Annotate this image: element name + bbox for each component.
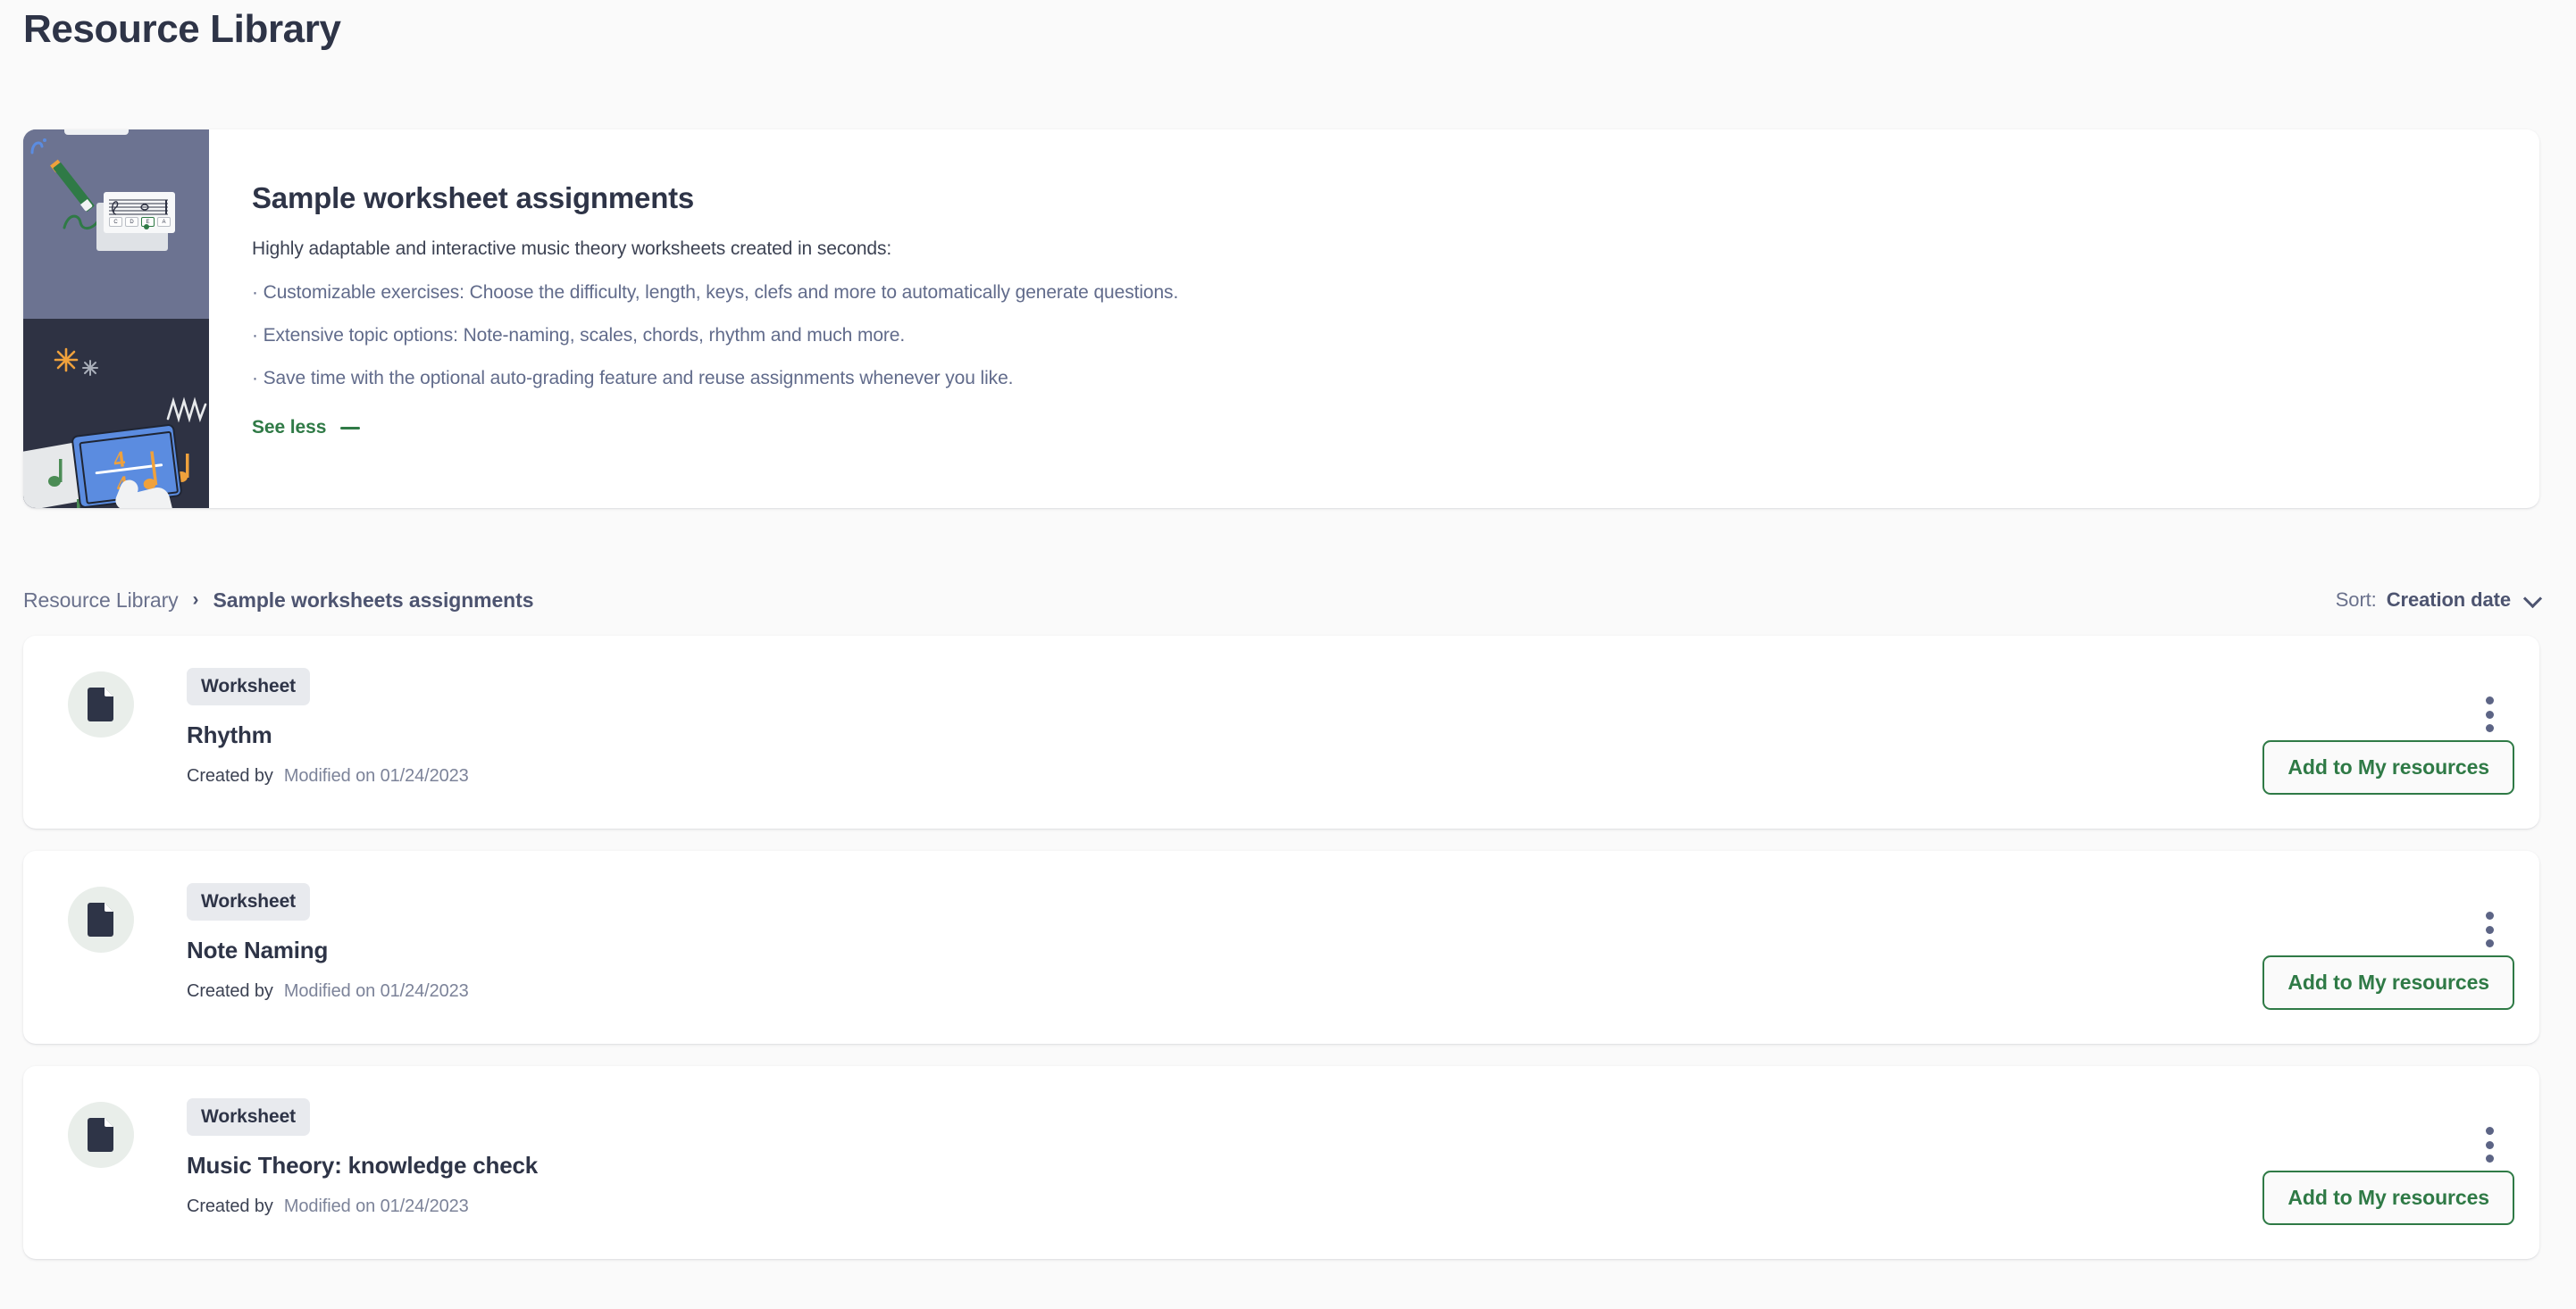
resource-meta: Created by Modified on 01/24/2023	[187, 1196, 538, 1217]
document-icon	[68, 1102, 134, 1168]
resource-row[interactable]: Worksheet Music Theory: knowledge check …	[23, 1066, 2539, 1259]
hero-bullet-item: · Save time with the optional auto-gradi…	[252, 368, 1014, 388]
resource-library-page: Resource Library C D E A 4 Sample worksh…	[0, 0, 2576, 1309]
add-to-my-resources-button[interactable]: Add to My resources	[2262, 1171, 2514, 1225]
note-letter-c: C	[109, 217, 122, 227]
modified-date: Modified on 01/24/2023	[283, 981, 469, 1001]
see-less-label: See less	[252, 417, 327, 438]
sort-label: Sort:	[2335, 588, 2377, 611]
modified-date: Modified on 01/24/2023	[283, 1196, 469, 1216]
hero-body: Sample worksheet assignments Highly adap…	[209, 129, 2539, 508]
zigzag-icon	[166, 396, 207, 427]
created-by-label: Created by	[187, 1196, 273, 1216]
hero-bullet-item: · Customizable exercises: Choose the dif…	[252, 282, 1179, 303]
hero-thumbnail-illustration: C D E A 4	[23, 129, 209, 508]
orange-sparkle-icon	[54, 347, 79, 377]
resource-content: Worksheet Music Theory: knowledge check …	[187, 1098, 538, 1217]
selected-note-dot	[144, 224, 149, 229]
modified-date: Modified on 01/24/2023	[283, 766, 469, 786]
resource-content: Worksheet Note Naming Created by Modifie…	[187, 883, 469, 1002]
add-to-my-resources-button[interactable]: Add to My resources	[2262, 955, 2514, 1010]
blue-swirl-icon	[29, 135, 52, 163]
created-by-label: Created by	[187, 766, 273, 786]
status-badge: Worksheet	[187, 1098, 311, 1136]
note-letter-a: A	[157, 217, 171, 227]
grey-sparkle-icon	[82, 360, 98, 380]
time-signature-top: 4	[112, 446, 127, 473]
resource-title: Music Theory: knowledge check	[187, 1152, 538, 1179]
hero-bullet-item: · Extensive topic options: Note-naming, …	[252, 325, 906, 346]
page-title: Resource Library	[23, 7, 341, 51]
resource-meta: Created by Modified on 01/24/2023	[187, 981, 469, 1002]
resource-title: Rhythm	[187, 721, 272, 748]
sort-value: Creation date	[2386, 588, 2511, 611]
add-to-my-resources-button[interactable]: Add to My resources	[2262, 740, 2514, 795]
resource-list: Worksheet Rhythm Created by Modified on …	[23, 636, 2539, 1281]
sort-dropdown[interactable]: Sort: Creation date	[2335, 588, 2543, 612]
thumbnail-notch	[64, 129, 129, 135]
resource-meta: Created by Modified on 01/24/2023	[187, 766, 469, 787]
note-letter-buttons: C D E A	[109, 217, 171, 227]
kebab-menu-icon[interactable]	[2477, 908, 2502, 951]
created-by-label: Created by	[187, 981, 273, 1001]
resource-row[interactable]: Worksheet Note Naming Created by Modifie…	[23, 851, 2539, 1044]
hero-card: C D E A 4 Sample worksheet assignments H…	[23, 129, 2539, 508]
resource-content: Worksheet Rhythm Created by Modified on …	[187, 668, 469, 787]
status-badge: Worksheet	[187, 668, 311, 705]
kebab-menu-icon[interactable]	[2477, 693, 2502, 736]
hero-subtitle: Highly adaptable and interactive music t…	[252, 238, 892, 259]
green-note-on-paper-icon	[48, 458, 68, 493]
document-icon	[68, 671, 134, 738]
breadcrumb-current: Sample worksheets assignments	[213, 588, 534, 612]
kebab-menu-icon[interactable]	[2477, 1123, 2502, 1166]
breadcrumb: Resource Library › Sample worksheets ass…	[23, 588, 533, 613]
hero-title: Sample worksheet assignments	[252, 181, 695, 214]
resource-title: Note Naming	[187, 937, 329, 963]
hero-bullet-list: · Customizable exercises: Choose the dif…	[252, 283, 2504, 388]
note-letter-d: D	[125, 217, 138, 227]
breadcrumb-root-link[interactable]: Resource Library	[23, 588, 179, 613]
chevron-right-icon: ›	[192, 589, 199, 610]
breadcrumb-sort-row: Resource Library › Sample worksheets ass…	[23, 582, 2543, 618]
document-icon	[68, 887, 134, 953]
chevron-down-icon	[2522, 588, 2543, 608]
minus-icon	[340, 426, 361, 429]
resource-row[interactable]: Worksheet Rhythm Created by Modified on …	[23, 636, 2539, 829]
status-badge: Worksheet	[187, 883, 311, 921]
see-less-toggle[interactable]: See less	[252, 417, 361, 438]
